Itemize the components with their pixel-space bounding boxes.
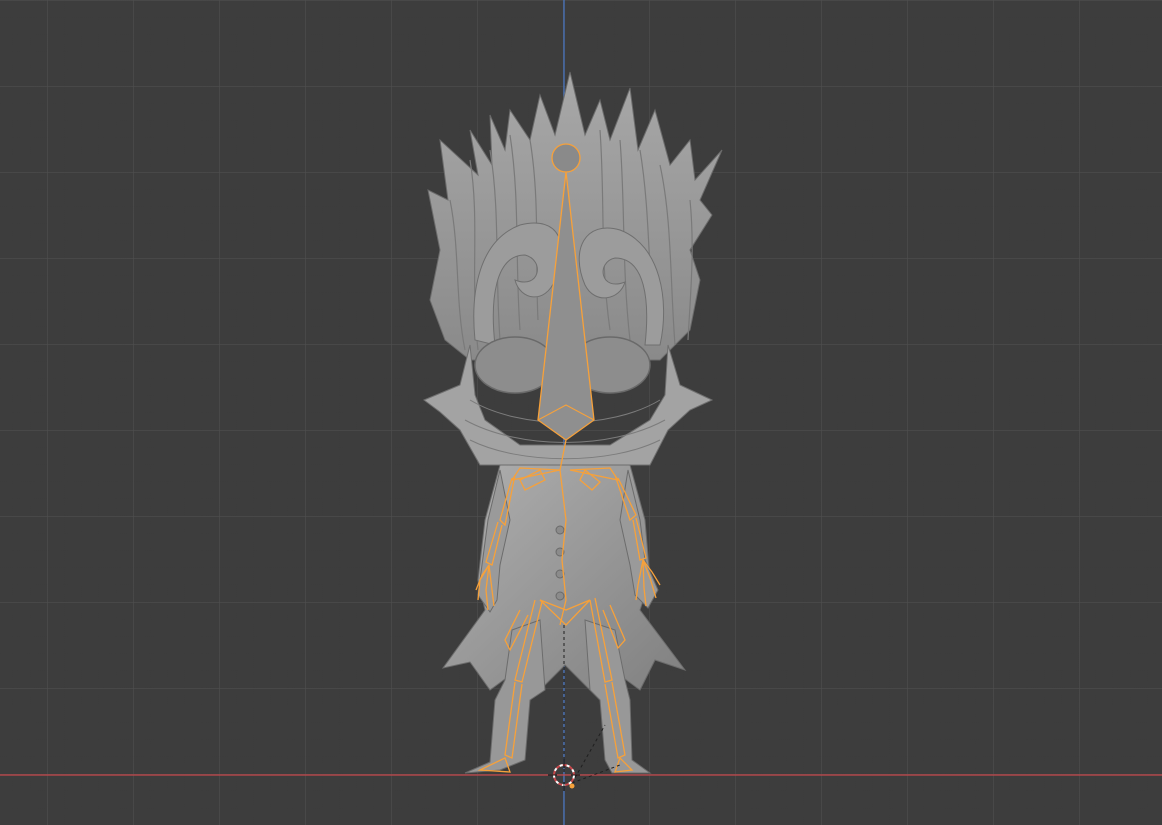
- viewport-scene[interactable]: [0, 0, 1162, 825]
- head-bone-tail[interactable]: [551, 143, 581, 173]
- object-origin-dot: [569, 783, 575, 789]
- 3d-viewport[interactable]: [0, 0, 1162, 825]
